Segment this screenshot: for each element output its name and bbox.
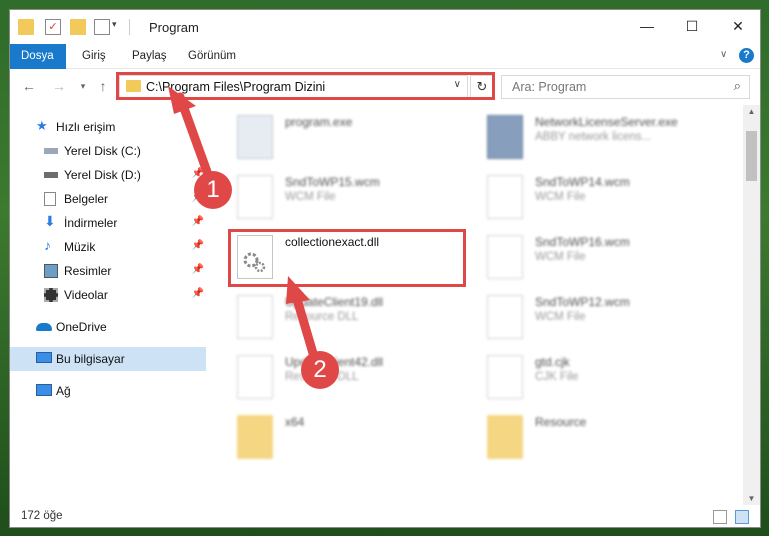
explorer-window: ✓ ▾ Program — ☐ ✕ Dosya Giriş Paylaş Gör… xyxy=(9,9,761,528)
annotation-arrows xyxy=(168,86,320,365)
arrow-two-head xyxy=(286,276,310,304)
step-marker-two: 2 xyxy=(301,351,339,389)
arrow-one-head xyxy=(168,86,196,114)
step-marker-one: 1 xyxy=(194,171,232,209)
